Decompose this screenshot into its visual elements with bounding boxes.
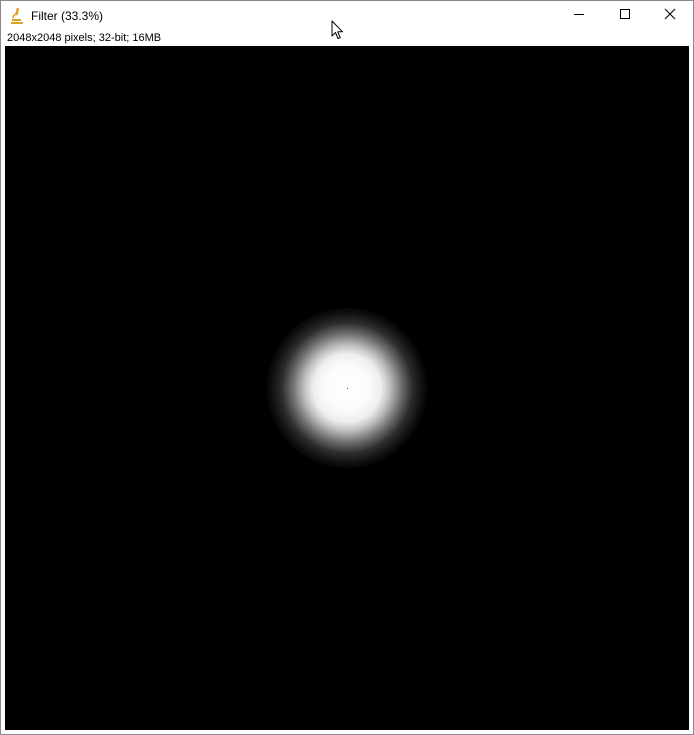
- microscope-icon: [10, 7, 24, 25]
- window-title: Filter (33.3%): [31, 9, 104, 23]
- close-icon: [664, 7, 676, 25]
- close-button[interactable]: [647, 1, 693, 31]
- minimize-icon: [573, 7, 585, 25]
- image-window: Filter (33.3%) 2048x2048 pixels; 32-bit;…: [0, 0, 694, 735]
- maximize-button[interactable]: [602, 1, 648, 31]
- mouse-cursor-icon: [331, 20, 345, 41]
- title-bar[interactable]: Filter (33.3%): [1, 1, 693, 31]
- minimize-button[interactable]: [556, 1, 602, 31]
- center-pixel: [347, 388, 348, 389]
- image-info-status: 2048x2048 pixels; 32-bit; 16MB: [7, 32, 162, 44]
- maximize-icon: [619, 7, 631, 25]
- image-canvas[interactable]: [5, 46, 689, 730]
